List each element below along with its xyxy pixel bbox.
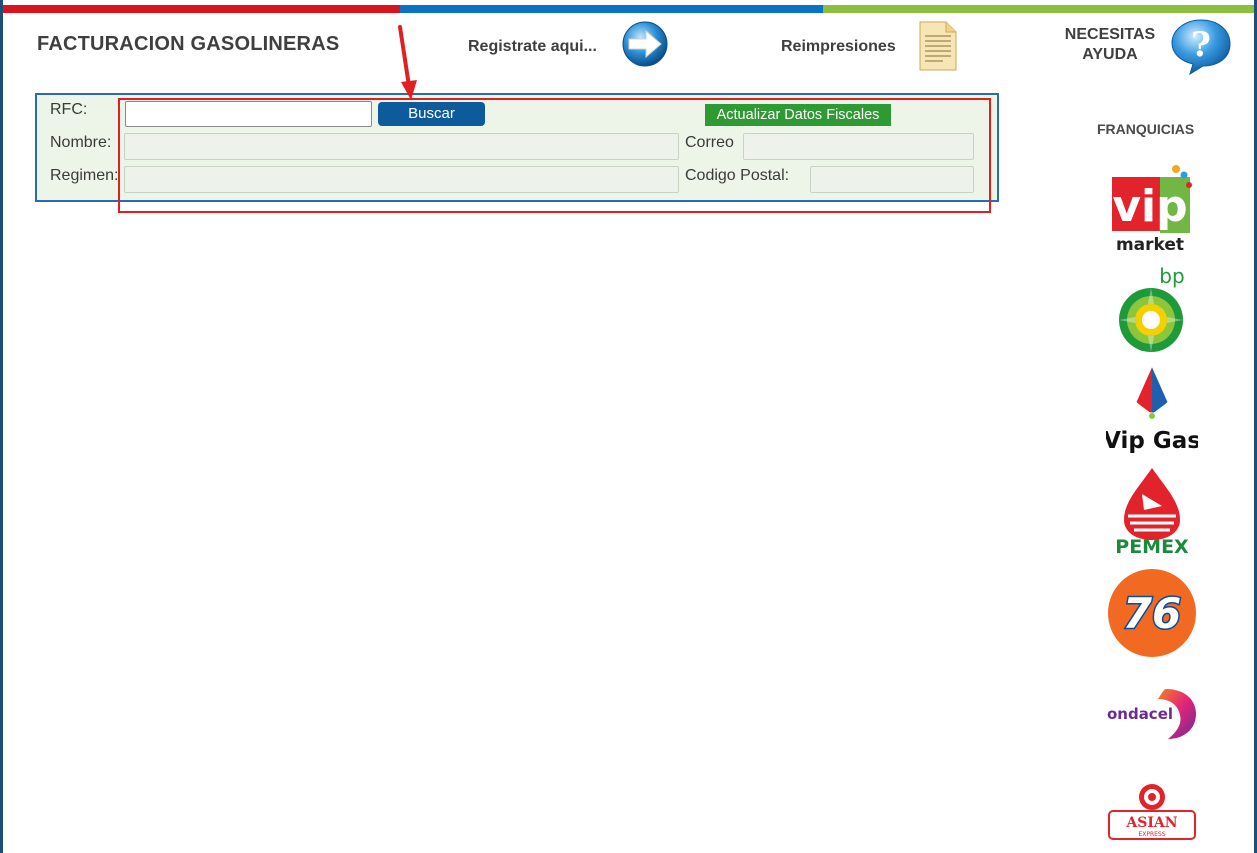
search-button[interactable]: Buscar — [378, 102, 485, 126]
vip-gas-logo: Vip Gas — [1106, 364, 1198, 454]
name-field[interactable] — [124, 133, 679, 160]
bp-logo: bp — [1119, 265, 1185, 352]
page-title: FACTURACION GASOLINERAS — [37, 33, 340, 55]
update-fiscal-data-button[interactable]: Actualizar Datos Fiscales — [705, 104, 891, 126]
pemex-text: PEMEX — [1115, 536, 1189, 556]
asian-sub-text: EXPRESS — [1138, 831, 1165, 838]
rfc-input[interactable] — [125, 101, 372, 127]
svg-text:?: ? — [1191, 25, 1211, 65]
help-link[interactable]: NECESITAS AYUDA — [1058, 25, 1162, 65]
bp-text: bp — [1159, 265, 1184, 288]
pemex-logo: PEMEX — [1115, 468, 1189, 556]
asian-express-logo: ASIAN EXPRESS — [1108, 784, 1196, 840]
email-label: Correo — [685, 134, 734, 151]
postal-code-label: Codigo Postal: — [685, 167, 790, 184]
name-label: Nombre: — [50, 134, 112, 151]
register-link[interactable]: Registrate aqui... — [468, 38, 597, 56]
asian-text: ASIAN — [1125, 815, 1177, 831]
vip-market-word: market — [1116, 235, 1184, 255]
color-bar-green — [823, 5, 1254, 13]
color-bar-blue — [400, 5, 823, 13]
reprint-link[interactable]: Reimpresiones — [781, 38, 896, 56]
regime-field[interactable] — [124, 166, 679, 193]
question-bubble-icon[interactable]: ? — [1170, 18, 1232, 76]
seventy-six-text: 76 — [1123, 589, 1181, 638]
color-bar — [3, 5, 1254, 13]
postal-code-field[interactable] — [810, 166, 974, 193]
ondacel-logo: ondacel — [1107, 689, 1196, 739]
regime-label: Regimen: — [50, 167, 119, 184]
rfc-label: RFC: — [50, 101, 88, 118]
color-bar-red — [3, 5, 400, 13]
help-line-2: AYUDA — [1082, 46, 1138, 63]
vip-gas-text: Vip Gas — [1106, 428, 1198, 454]
vip-market-logo: vip market — [1112, 165, 1192, 255]
arrow-right-circle-icon[interactable] — [620, 20, 670, 68]
ondacel-text: ondacel — [1107, 705, 1173, 723]
document-icon[interactable] — [918, 20, 958, 72]
annotation-arrow-icon — [398, 25, 417, 100]
email-field[interactable] — [743, 133, 974, 160]
vip-letters: vip — [1112, 181, 1187, 232]
seventy-six-logo: 76 — [1108, 569, 1196, 657]
help-line-1: NECESITAS — [1064, 26, 1156, 43]
franchises-title: FRANQUICIAS — [1097, 121, 1195, 137]
